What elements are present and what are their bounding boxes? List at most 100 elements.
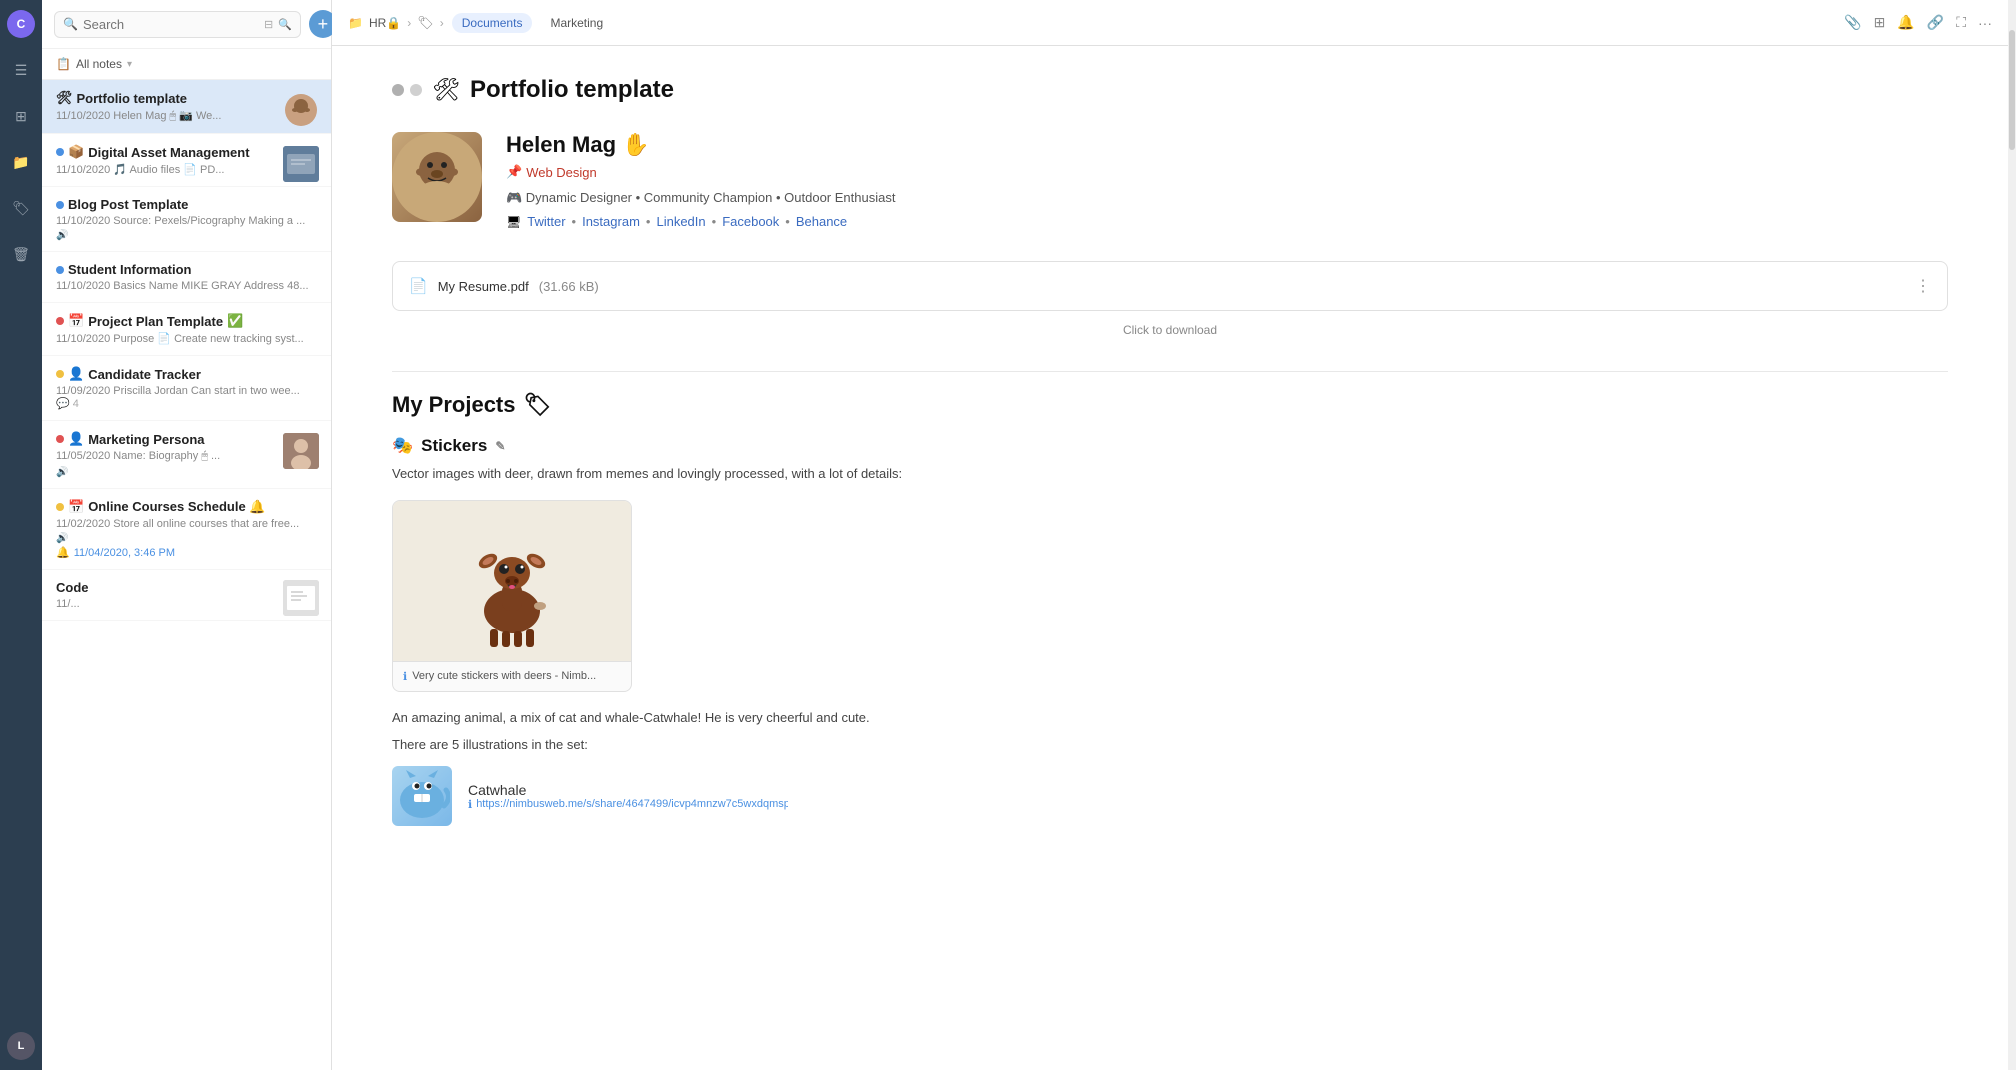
profile-info: Helen Mag ✋ 📌 Web Design 🎮 Dynamic Desig… — [506, 132, 1948, 229]
share-icon[interactable]: 🔗 — [1927, 14, 1944, 31]
folder-name[interactable]: HR🔒 — [369, 16, 401, 30]
note-meta: 11/02/2020 Store all online courses that… — [56, 518, 317, 530]
list-item[interactable]: 👤 Marketing Persona 11/05/2020 Name: Bio… — [42, 421, 331, 489]
note-thumbnail — [283, 580, 319, 616]
cursor-icon: ✎ — [495, 439, 505, 453]
list-item[interactable]: Code 11/... — [42, 570, 331, 621]
sound-icon: 🔊 — [56, 467, 317, 478]
profile-name: Helen Mag ✋ — [506, 132, 1948, 158]
note-emoji: 🛠 — [56, 90, 73, 106]
profile-role: 📌 Web Design — [506, 164, 1948, 180]
fullscreen-icon[interactable]: ⛶ — [1956, 14, 1966, 31]
list-item[interactable]: 📅 Project Plan Template ✅ 11/10/2020 Pur… — [42, 303, 331, 356]
page-title-row: 🛠 Portfolio template — [392, 76, 1948, 104]
note-title-text: Blog Post Template — [68, 197, 188, 212]
scroll-thumb[interactable] — [2009, 30, 2015, 150]
catwhale-label: Catwhale — [468, 782, 788, 798]
wave-emoji: ✋ — [622, 132, 649, 157]
resume-filename: My Resume.pdf — [438, 279, 529, 294]
note-title-text: Project Plan Template — [88, 314, 223, 329]
monitor-icon: 🖥 — [506, 215, 521, 229]
trash-icon[interactable]: 🗑 — [7, 240, 35, 268]
resume-filesize: (31.66 kB) — [539, 279, 599, 294]
tab-documents[interactable]: Documents — [452, 13, 533, 33]
breadcrumb: 📁 HR🔒 › 🏷 › — [348, 15, 444, 31]
all-notes-bar[interactable]: 📋 All notes ▾ — [42, 49, 331, 80]
resume-box: 📄 My Resume.pdf (31.66 kB) ⋮ — [392, 261, 1948, 311]
status-dot — [56, 148, 64, 156]
link-facebook[interactable]: Facebook — [722, 214, 779, 229]
link-instagram[interactable]: Instagram — [582, 214, 640, 229]
document-icon: 📄 — [409, 277, 428, 295]
search-magnifier-icon[interactable]: 🔍 — [278, 18, 292, 31]
note-thumbnail — [283, 433, 319, 469]
catwhale-link[interactable]: ℹ https://nimbusweb.me/s/share/4647499/i… — [468, 798, 788, 811]
note-meta: 11/... — [56, 598, 317, 610]
status-dot — [56, 370, 64, 378]
status-dot — [56, 503, 64, 511]
hamburger-icon[interactable]: ☰ — [7, 56, 35, 84]
note-title-text: Marketing Persona — [88, 432, 204, 447]
project-item: 🎭 Stickers ✎ Vector images with deer, dr… — [392, 436, 1948, 826]
divider — [392, 371, 1948, 372]
tab-marketing[interactable]: Marketing — [540, 13, 613, 33]
note-meta: 11/10/2020 Basics Name MIKE GRAY Address… — [56, 280, 317, 292]
date-highlight: 🔔 11/04/2020, 3:46 PM — [56, 546, 317, 559]
note-title-text: Online Courses Schedule 🔔 — [88, 499, 265, 515]
sound-icon: 🔊 — [56, 230, 317, 241]
page-title: Portfolio template — [470, 76, 674, 104]
link-twitter[interactable]: Twitter — [527, 214, 565, 229]
catwhale-image — [392, 766, 452, 826]
link-behance[interactable]: Behance — [796, 214, 847, 229]
link-linkedin[interactable]: LinkedIn — [656, 214, 705, 229]
content-area: 🛠 Portfolio template — [332, 46, 2008, 1070]
note-thumbnail — [283, 146, 319, 182]
note-thumbnail — [285, 94, 317, 126]
pin-icon: 📌 — [506, 164, 522, 180]
status-dot — [56, 201, 64, 209]
more-options-icon[interactable]: ··· — [1978, 15, 1992, 31]
scroll-track[interactable] — [2008, 0, 2016, 1070]
list-item[interactable]: 📦 Digital Asset Management 11/10/2020 🎵 … — [42, 134, 331, 187]
list-item[interactable]: 🛠Portfolio template 11/10/2020 Helen Mag… — [42, 80, 331, 134]
icon-bar: C ☰ ⊞ 📁 🏷 🗑 L — [0, 0, 42, 1070]
bookmark-emoji: 🏷 — [524, 392, 552, 418]
catwhale-row: Catwhale ℹ https://nimbusweb.me/s/share/… — [392, 766, 1948, 826]
notification-icon[interactable]: 🔔 — [1897, 14, 1914, 31]
note-meta: 11/10/2020 Purpose 📄 Create new tracking… — [56, 332, 317, 345]
list-item[interactable]: Blog Post Template 11/10/2020 Source: Pe… — [42, 187, 331, 252]
click-download[interactable]: Click to download — [392, 317, 1948, 343]
profile-links: 🖥 Twitter • Instagram • LinkedIn • Faceb… — [506, 214, 1948, 229]
page-title-emoji: 🛠 — [432, 77, 460, 103]
tag-sidebar-icon[interactable]: 🏷 — [7, 194, 35, 222]
note-emoji: 📅 — [68, 313, 84, 329]
grid-icon[interactable]: ⊞ — [7, 102, 35, 130]
projects-section: My Projects 🏷 🎭 Stickers ✎ Vector images… — [392, 392, 1948, 826]
image-caption: ℹ Very cute stickers with deers - Nimb..… — [393, 661, 631, 691]
chevron-down-icon: ▾ — [127, 59, 132, 70]
grid-view-icon[interactable]: ⊞ — [1874, 14, 1886, 31]
list-item[interactable]: Student Information 11/10/2020 Basics Na… — [42, 252, 331, 303]
search-input[interactable] — [83, 17, 259, 32]
all-notes-label: All notes — [76, 57, 122, 71]
folder-icon[interactable]: 📁 — [7, 148, 35, 176]
list-item[interactable]: 👤 Candidate Tracker 11/09/2020 Priscilla… — [42, 356, 331, 421]
note-emoji: 📦 — [68, 144, 84, 160]
info-icon: ℹ — [403, 670, 407, 683]
attachment-icon[interactable]: 📎 — [1844, 14, 1861, 31]
status-dot-1 — [392, 84, 404, 96]
resume-more-icon[interactable]: ⋮ — [1915, 276, 1931, 296]
search-box[interactable]: 🔍 ⊟ 🔍 — [54, 11, 301, 38]
sound-icon: 🔊 — [56, 533, 317, 544]
filter-icon[interactable]: ⊟ — [264, 18, 273, 31]
info-circle-icon: ℹ — [468, 798, 472, 811]
project-emoji: 🎭 — [392, 436, 413, 456]
bottom-avatar[interactable]: L — [7, 1032, 35, 1060]
tag-breadcrumb-icon: 🏷 — [417, 15, 434, 31]
notes-list-icon: 📋 — [56, 57, 71, 71]
project-count: There are 5 illustrations in the set: — [392, 737, 1948, 752]
role-link[interactable]: Web Design — [526, 165, 597, 180]
top-avatar[interactable]: C — [7, 10, 35, 38]
note-meta: 11/10/2020 Source: Pexels/Picography Mak… — [56, 215, 317, 227]
list-item[interactable]: 📅 Online Courses Schedule 🔔 11/02/2020 S… — [42, 489, 331, 570]
